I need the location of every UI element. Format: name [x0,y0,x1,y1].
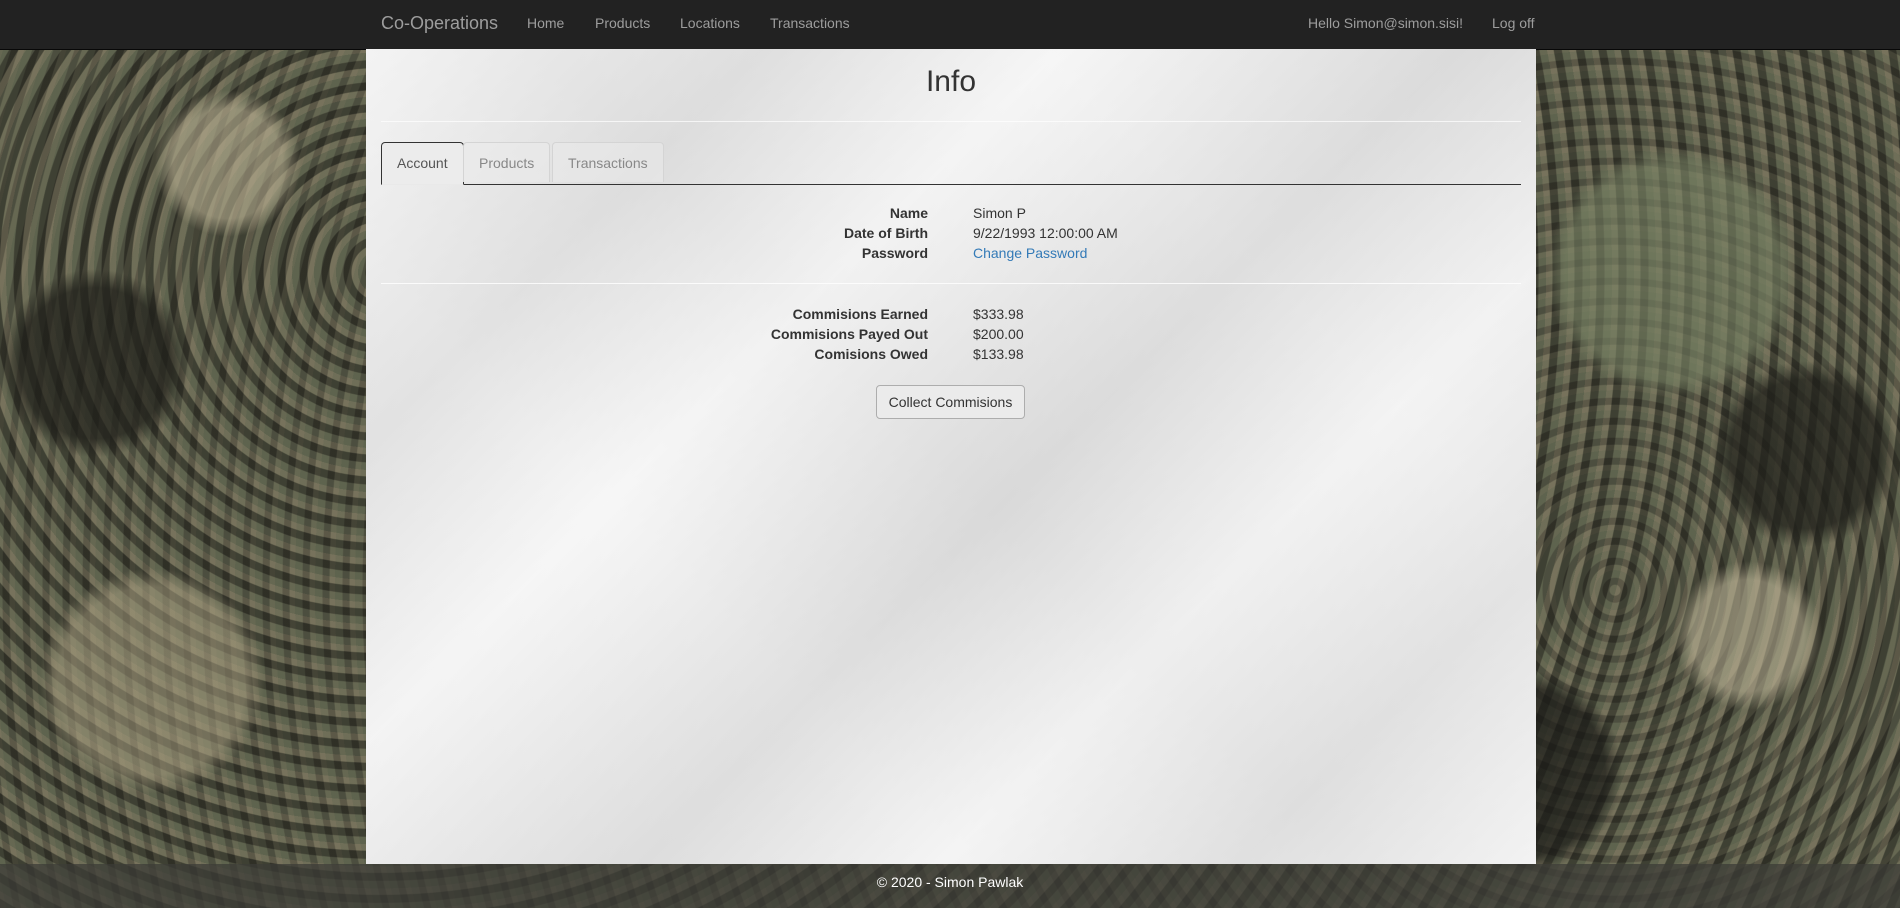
divider [381,283,1521,284]
nav-locations-link[interactable]: Locations [680,0,740,46]
logoff-link[interactable]: Log off [1492,0,1535,46]
dob-label: Date of Birth [844,225,928,241]
commissions-earned-value: $333.98 [973,306,1024,322]
name-row: Name [366,203,928,223]
dob-row: Date of Birth [366,223,928,243]
brand-link[interactable]: Co-Operations [381,0,498,46]
commissions-earned-label: Commisions Earned [792,306,928,322]
divider [381,121,1521,122]
commissions-payed-value: $200.00 [973,326,1024,342]
commissions-owed-value: $133.98 [973,346,1024,362]
footer-copyright: © 2020 - Simon Pawlak [876,874,1024,890]
footer: © 2020 - Simon Pawlak [0,864,1900,908]
change-password-link[interactable]: Change Password [973,245,1087,261]
name-label: Name [889,205,928,221]
commissions-payed-label: Commisions Payed Out [770,326,928,342]
name-value: Simon P [973,205,1026,221]
tab-bar: Account Products Transactions [381,142,1521,185]
nav-products-link[interactable]: Products [595,0,650,46]
nav-transactions-link[interactable]: Transactions [770,0,850,46]
commissions-earned-row: Commisions Earned [366,304,928,324]
main-content: Info Account Products Transactions Name … [366,49,1536,864]
tab-account[interactable]: Account [381,142,464,185]
user-greeting-link[interactable]: Hello Simon@simon.sisi! [1308,0,1463,46]
collect-commissions-button[interactable]: Collect Commisions [876,385,1025,419]
top-navbar: Co-Operations Home Products Locations Tr… [0,0,1900,50]
tab-transactions[interactable]: Transactions [552,142,664,182]
tab-products[interactable]: Products [463,142,551,182]
page-title: Info [925,65,977,98]
password-row: Password [366,243,928,263]
dob-value: 9/22/1993 12:00:00 AM [973,225,1118,241]
commissions-owed-label: Comisions Owed [814,346,928,362]
nav-home-link[interactable]: Home [527,0,564,46]
commissions-owed-row: Comisions Owed [366,344,928,364]
commissions-payed-row: Commisions Payed Out [366,324,928,344]
password-label: Password [861,245,928,261]
